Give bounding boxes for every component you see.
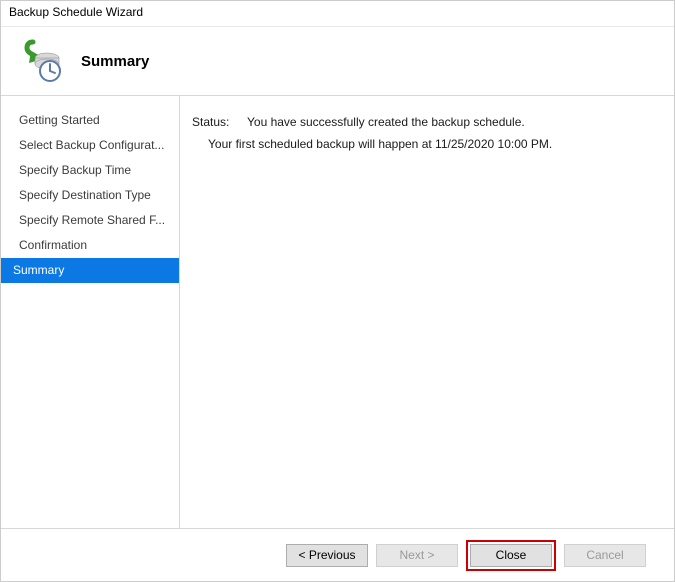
wizard-steps-sidebar: Getting Started Select Backup Configurat… [1, 96, 180, 528]
wizard-page-title: Summary [81, 53, 149, 70]
step-confirmation[interactable]: Confirmation [1, 233, 179, 258]
wizard-footer: < Previous Next > Close Cancel [1, 528, 674, 581]
cancel-button: Cancel [564, 544, 646, 567]
wizard-content: Status: You have successfully created th… [180, 96, 674, 528]
wizard-icon [17, 39, 61, 83]
close-button[interactable]: Close [470, 544, 552, 567]
next-button: Next > [376, 544, 458, 567]
previous-button[interactable]: < Previous [286, 544, 368, 567]
step-summary[interactable]: Summary [1, 258, 179, 283]
close-button-highlight: Close [466, 540, 556, 571]
window-titlebar: Backup Schedule Wizard [1, 1, 674, 27]
status-message: You have successfully created the backup… [247, 115, 662, 129]
step-specify-remote-shared-folder[interactable]: Specify Remote Shared F... [1, 208, 179, 233]
step-select-backup-configuration[interactable]: Select Backup Configurat... [1, 133, 179, 158]
wizard-header: Summary [1, 27, 674, 95]
status-label: Status: [192, 115, 247, 129]
window-title: Backup Schedule Wizard [9, 5, 143, 19]
status-detail: Your first scheduled backup will happen … [192, 137, 662, 151]
step-getting-started[interactable]: Getting Started [1, 108, 179, 133]
wizard-body: Getting Started Select Backup Configurat… [1, 95, 674, 528]
step-specify-backup-time[interactable]: Specify Backup Time [1, 158, 179, 183]
step-specify-destination-type[interactable]: Specify Destination Type [1, 183, 179, 208]
